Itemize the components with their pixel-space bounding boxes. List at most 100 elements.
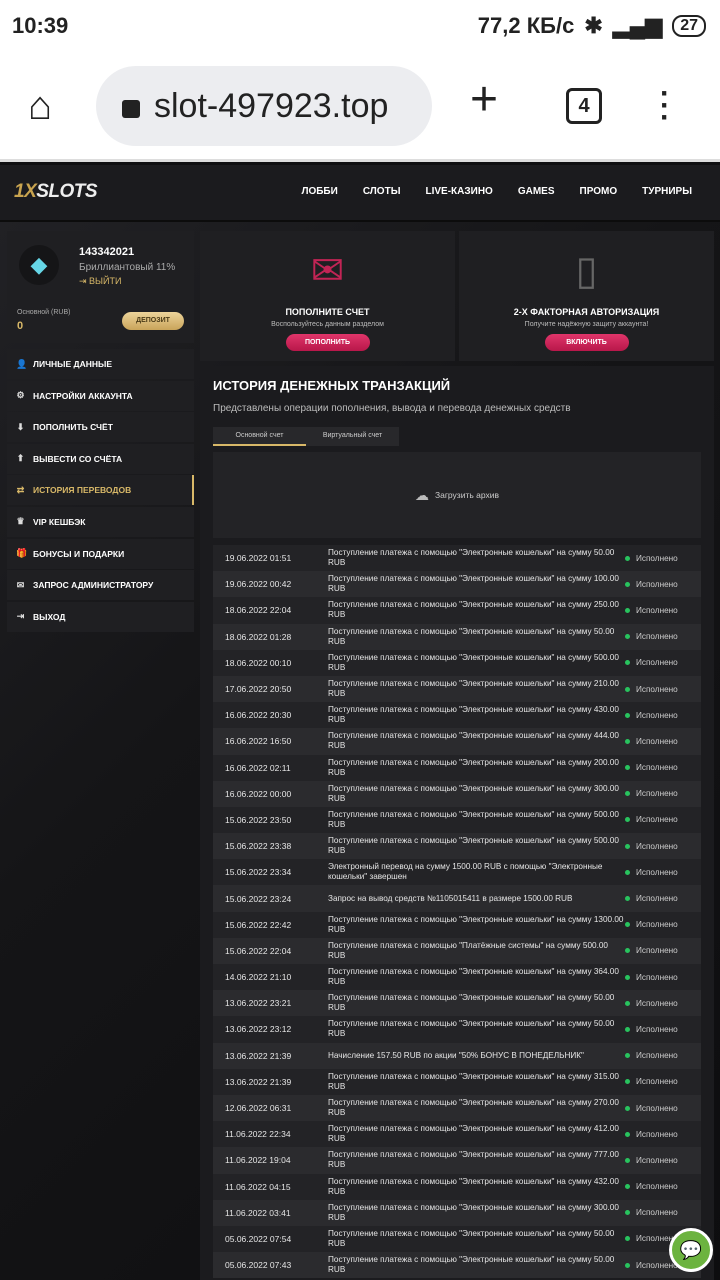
sidebar-item[interactable]: ♛ VIP КЕШБЭК bbox=[7, 506, 194, 537]
page-title: ИСТОРИЯ ДЕНЕЖНЫХ ТРАНЗАКЦИЙ bbox=[213, 378, 451, 393]
logo[interactable]: 1XSLOTS bbox=[14, 181, 98, 203]
new-tab-icon[interactable]: + bbox=[470, 72, 498, 127]
row-date: 15.06.2022 23:50 bbox=[225, 814, 292, 825]
nav-item[interactable]: LIVE-КАЗИНО bbox=[425, 186, 492, 197]
row-status: Исполнено bbox=[636, 841, 678, 851]
cloud-download-icon: ☁ bbox=[414, 486, 429, 503]
row-description: Поступление платежа с помощью "Электронн… bbox=[328, 809, 619, 829]
sidebar-item[interactable]: ⇥ ВЫХОД bbox=[7, 601, 194, 632]
table-row: 11.06.2022 04:15 Поступление платежа с по… bbox=[213, 1173, 701, 1200]
table-row: 19.06.2022 00:42 Поступление платежа с по… bbox=[213, 571, 701, 598]
row-status: Исполнено bbox=[636, 763, 678, 773]
row-date: 11.06.2022 22:34 bbox=[225, 1129, 291, 1140]
status-dot bbox=[625, 1079, 630, 1085]
tab-virtual-account[interactable]: Виртуальный счет bbox=[306, 427, 399, 446]
topup-button[interactable]: ПОПОЛНИТЬ bbox=[285, 334, 370, 351]
bluetooth-icon: ✱ bbox=[584, 13, 603, 38]
row-date: 11.06.2022 04:15 bbox=[225, 1181, 291, 1192]
url-text: slot-497923.top bbox=[154, 86, 389, 125]
table-row: 16.06.2022 16:50 Поступление платежа с по… bbox=[213, 728, 701, 755]
download-archive-button[interactable]: ☁ Загрузить архив bbox=[213, 452, 701, 538]
row-status: Исполнено bbox=[636, 946, 678, 956]
row-date: 05.06.2022 07:54 bbox=[225, 1233, 292, 1244]
row-status: Исполнено bbox=[636, 1182, 678, 1192]
home-icon[interactable]: ⌂ bbox=[28, 84, 52, 129]
status-dot bbox=[625, 1053, 630, 1059]
status-dot bbox=[625, 922, 630, 928]
transaction-history: ИСТОРИЯ ДЕНЕЖНЫХ ТРАНЗАКЦИЙ Представлены… bbox=[200, 366, 714, 1280]
sidebar-item-label: ПОПОЛНИТЬ СЧЁТ bbox=[33, 422, 113, 433]
crown-icon: ♛ bbox=[16, 516, 25, 527]
nav-item[interactable]: ТУРНИРЫ bbox=[642, 186, 692, 197]
status-dot bbox=[625, 974, 630, 980]
status-dot bbox=[625, 1157, 630, 1163]
row-description: Поступление платежа с помощью "Электронн… bbox=[328, 652, 619, 672]
table-row: 16.06.2022 20:30 Поступление платежа с по… bbox=[213, 702, 701, 729]
chat-icon: 💬 bbox=[679, 1240, 703, 1260]
row-status: Исполнено bbox=[636, 658, 678, 668]
chat-button[interactable]: 💬 bbox=[669, 1228, 713, 1272]
top-nav: 1XSLOTS ЛОББИ СЛОТЫ LIVE-КАЗИНО GAMES ПРОМО Т… bbox=[0, 165, 720, 222]
envelope-star-icon: ✉ bbox=[310, 249, 345, 293]
download-icon: ⬇ bbox=[16, 421, 25, 432]
sidebar: 👤 ЛИЧНЫЕ ДАННЫЕ ⚙ НАСТРОЙКИ АККАУНТА ⬇ ПОПОЛН… bbox=[7, 349, 194, 633]
nav-item[interactable]: СЛОТЫ bbox=[363, 186, 401, 197]
status-dot bbox=[625, 686, 630, 692]
row-status: Исполнено bbox=[636, 1077, 678, 1087]
download-archive-label: Загрузить архив bbox=[434, 490, 500, 500]
card-text: Получите надёжную защиту аккаунта! bbox=[524, 321, 649, 328]
row-date: 11.06.2022 03:41 bbox=[225, 1207, 291, 1218]
more-menu-icon[interactable]: · · · bbox=[660, 79, 670, 133]
row-status: Исполнено bbox=[636, 1260, 678, 1270]
card-text: Воспользуйтесь данным разделом bbox=[271, 321, 384, 328]
signal-icon: ▂▄▆ bbox=[612, 13, 663, 38]
table-row: 15.06.2022 23:24 Запрос на вывод средств … bbox=[213, 885, 701, 912]
nav-item[interactable]: ПРОМО bbox=[580, 186, 618, 197]
sidebar-item-label: НАСТРОЙКИ АККАУНТА bbox=[33, 390, 133, 401]
nav-item[interactable]: GAMES bbox=[518, 186, 555, 197]
row-description: Поступление платежа с помощью "Электронн… bbox=[328, 783, 619, 803]
status-dot bbox=[625, 1184, 630, 1190]
status-dot bbox=[625, 581, 630, 587]
status-dot bbox=[625, 765, 630, 771]
transfer-icon: ⇄ bbox=[16, 484, 25, 495]
nav-item[interactable]: ЛОББИ bbox=[301, 186, 337, 197]
sidebar-item[interactable]: ⬆ ВЫВЕСТИ СО СЧЁТА bbox=[7, 443, 194, 474]
address-bar[interactable]: slot-497923.top bbox=[96, 66, 432, 146]
row-status: Исполнено bbox=[636, 1155, 678, 1165]
tabs-button[interactable]: 4 bbox=[566, 88, 602, 124]
logout-link[interactable]: ⇥ ВЫЙТИ bbox=[79, 276, 121, 287]
sidebar-item[interactable]: ⬇ ПОПОЛНИТЬ СЧЁТ bbox=[7, 412, 194, 443]
row-date: 15.06.2022 23:38 bbox=[225, 841, 292, 852]
sidebar-item[interactable]: ⚙ НАСТРОЙКИ АККАУНТА bbox=[7, 380, 194, 411]
row-description: Запрос на вывод средств №1105015411 в ра… bbox=[328, 893, 573, 903]
row-description: Поступление платежа с помощью "Электронн… bbox=[328, 679, 619, 699]
table-row: 11.06.2022 22:34 Поступление платежа с по… bbox=[213, 1121, 701, 1148]
row-description: Поступление платежа с помощью "Электронн… bbox=[328, 1202, 619, 1222]
status-dot bbox=[625, 1105, 630, 1111]
status-dot bbox=[625, 1236, 630, 1242]
status-dot bbox=[625, 1026, 630, 1032]
tab-main-account[interactable]: Основной счет bbox=[213, 427, 306, 446]
mail-icon: ✉ bbox=[16, 579, 25, 590]
row-description: Поступление платежа с помощью "Электронн… bbox=[328, 600, 619, 620]
user-icon: 👤 bbox=[16, 358, 28, 369]
sidebar-item[interactable]: 👤 ЛИЧНЫЕ ДАННЫЕ bbox=[7, 349, 194, 379]
row-status: Исполнено bbox=[636, 736, 678, 746]
status-dot bbox=[625, 634, 630, 640]
sidebar-item[interactable]: ✉ ЗАПРОС АДМИНИСТРАТОРУ bbox=[7, 570, 194, 601]
table-row: 11.06.2022 19:04 Поступление платежа с по… bbox=[213, 1147, 701, 1174]
sidebar-item[interactable]: ⇄ ИСТОРИЯ ПЕРЕВОДОВ bbox=[7, 475, 194, 506]
enable-2fa-button[interactable]: ВКЛЮЧИТЬ bbox=[544, 334, 629, 351]
row-date: 11.06.2022 19:04 bbox=[225, 1155, 291, 1166]
sidebar-item[interactable]: 🎁 БОНУСЫ И ПОДАРКИ bbox=[7, 538, 194, 569]
row-date: 18.06.2022 01:28 bbox=[225, 631, 292, 642]
gift-icon: 🎁 bbox=[16, 548, 28, 559]
table-row: 18.06.2022 00:10 Поступление платежа с по… bbox=[213, 649, 701, 676]
row-description: Поступление платежа с помощью "Электронн… bbox=[328, 1176, 619, 1196]
deposit-button[interactable]: ДЕПОЗИТ bbox=[122, 312, 184, 330]
browser-toolbar: ⌂ slot-497923.top + 4 · · · bbox=[0, 52, 720, 162]
row-description: Поступление платежа с помощью "Электронн… bbox=[328, 967, 619, 987]
row-description: Поступление платежа с помощью "Платёжные… bbox=[328, 940, 608, 960]
status-dot bbox=[625, 1210, 630, 1216]
